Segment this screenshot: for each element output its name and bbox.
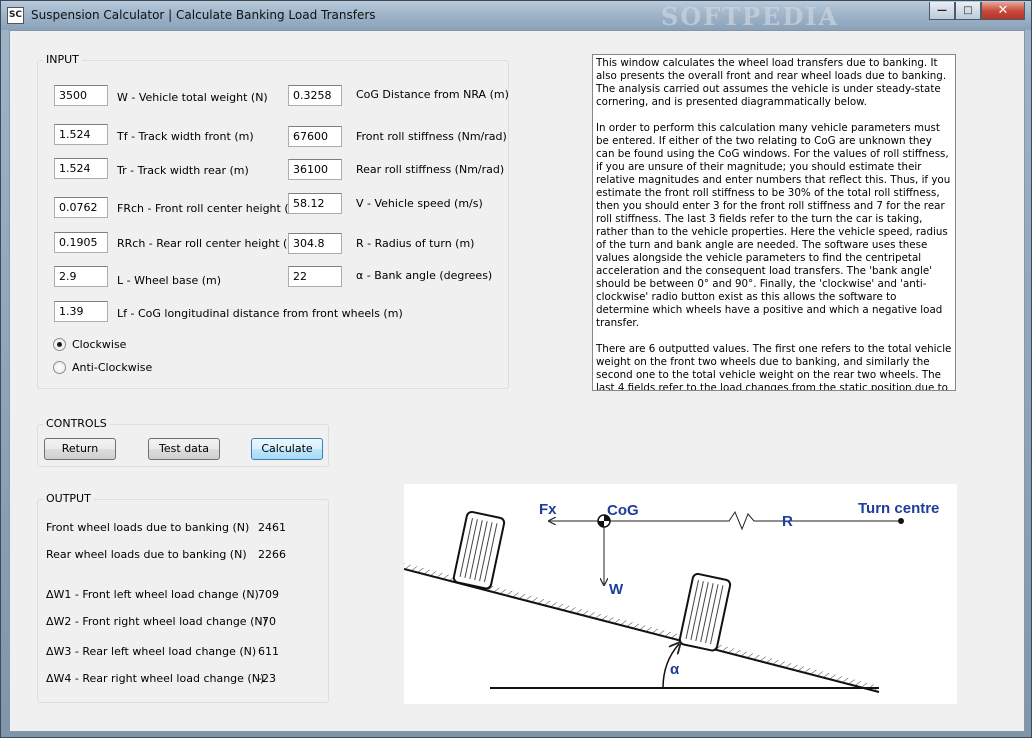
controls-group-title: CONTROLS [43, 417, 110, 430]
turn-radius-label: R - Radius of turn (m) [356, 237, 475, 250]
input-group-title: INPUT [43, 53, 82, 66]
output-group-title: OUTPUT [43, 492, 94, 505]
rear-wheel-loads-label: Rear wheel loads due to banking (N) [46, 548, 247, 561]
front-roll-stiffness-label: Front roll stiffness (Nm/rad) [356, 130, 507, 143]
cog-label: CoG [607, 502, 639, 519]
dw3-value: 611 [258, 645, 279, 658]
title-bar[interactable]: SC Suspension Calculator | Calculate Ban… [1, 1, 1031, 31]
front-wheel-loads-label: Front wheel loads due to banking (N) [46, 521, 250, 534]
bank-angle-label: α - Bank angle (degrees) [356, 269, 493, 282]
dw2-label: ΔW2 - Front right wheel load change (N) [46, 615, 267, 628]
dw1-value: 709 [258, 588, 279, 601]
alpha-label: α [670, 661, 680, 678]
window-title: Suspension Calculator | Calculate Bankin… [31, 8, 376, 22]
info-paragraph: There are 6 outputted values. The first … [596, 343, 952, 391]
clockwise-label[interactable]: Clockwise [72, 338, 126, 351]
fx-label: Fx [539, 501, 557, 518]
rear-roll-stiffness-input[interactable]: 36100 [288, 159, 342, 180]
info-text-box[interactable]: This window calculates the wheel load tr… [592, 54, 956, 391]
turn-centre-label: Turn centre [858, 500, 939, 517]
dw3-label: ΔW3 - Rear left wheel load change (N) [46, 645, 257, 658]
rear-roll-stiffness-label: Rear roll stiffness (Nm/rad) [356, 163, 505, 176]
vehicle-speed-label: V - Vehicle speed (m/s) [356, 197, 483, 210]
maximize-button[interactable]: □ [955, 2, 981, 20]
wheel-base-input[interactable]: 2.9 [54, 266, 108, 287]
anticlockwise-radio[interactable] [53, 361, 66, 374]
dw1-label: ΔW1 - Front left wheel load change (N) [46, 588, 259, 601]
bank-angle-input[interactable]: 22 [288, 266, 342, 287]
turn-radius-input[interactable]: 304.8 [288, 233, 342, 254]
vehicle-weight-input[interactable]: 3500 [54, 85, 108, 106]
test-data-button[interactable]: Test data [148, 438, 220, 460]
dw4-value: -23 [258, 672, 276, 685]
close-button[interactable]: ✕ [981, 2, 1025, 20]
cog-distance-nra-input[interactable]: 0.3258 [288, 85, 342, 106]
dw4-label: ΔW4 - Rear right wheel load change (N) [46, 672, 265, 685]
dw2-value: -70 [258, 615, 276, 628]
track-front-input[interactable]: 1.524 [54, 124, 108, 145]
front-wheel-loads-value: 2461 [258, 521, 286, 534]
app-window: SC Suspension Calculator | Calculate Ban… [0, 0, 1032, 738]
calculate-button[interactable]: Calculate [251, 438, 323, 460]
track-rear-input[interactable]: 1.524 [54, 158, 108, 179]
clockwise-radio[interactable] [53, 338, 66, 351]
rear-roll-center-label: RRch - Rear roll center height (m) [117, 237, 303, 250]
w-label: W [609, 581, 624, 598]
banking-diagram: Fx CoG R Turn centre W α [403, 484, 957, 704]
track-rear-label: Tr - Track width rear (m) [117, 164, 249, 177]
cog-longitudinal-label: Lf - CoG longitudinal distance from fron… [117, 307, 403, 320]
info-paragraph: This window calculates the wheel load tr… [596, 57, 947, 108]
wheel-base-label: L - Wheel base (m) [117, 274, 222, 287]
client-area: INPUT 3500 W - Vehicle total weight (N) … [9, 30, 1025, 732]
softpedia-watermark: SOFTPEDIA [661, 2, 840, 31]
track-front-label: Tf - Track width front (m) [117, 130, 254, 143]
rear-wheel-loads-value: 2266 [258, 548, 286, 561]
right-wheel-icon [678, 572, 732, 652]
anticlockwise-label[interactable]: Anti-Clockwise [72, 361, 152, 374]
left-wheel-icon [452, 510, 506, 590]
info-paragraph: In order to perform this calculation man… [596, 122, 951, 329]
front-roll-stiffness-input[interactable]: 67600 [288, 126, 342, 147]
front-roll-center-input[interactable]: 0.0762 [54, 197, 108, 218]
vehicle-speed-input[interactable]: 58.12 [288, 193, 342, 214]
radius-line [604, 510, 901, 531]
app-icon: SC [7, 7, 24, 24]
return-button[interactable]: Return [44, 438, 116, 460]
r-label: R [782, 513, 793, 530]
front-roll-center-label: FRch - Front roll center height (m) [117, 202, 304, 215]
rear-roll-center-input[interactable]: 0.1905 [54, 232, 108, 253]
turn-centre-point [898, 518, 904, 524]
minimize-button[interactable]: — [929, 2, 955, 20]
banking-diagram-svg: Fx CoG R Turn centre W α [403, 500, 939, 693]
cog-longitudinal-input[interactable]: 1.39 [54, 301, 108, 322]
cog-distance-nra-label: CoG Distance from NRA (m) [356, 88, 509, 101]
vehicle-weight-label: W - Vehicle total weight (N) [117, 91, 268, 104]
